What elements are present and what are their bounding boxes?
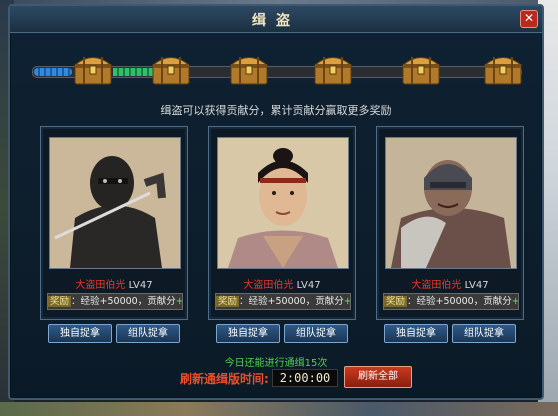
reward-label: 奖励 bbox=[48, 296, 72, 307]
bandit-name-line: 大盗田伯光 LV47 bbox=[41, 276, 187, 291]
reward-label: 奖励 bbox=[216, 296, 240, 307]
treasure-chest-icon[interactable] bbox=[312, 52, 354, 86]
bounty-card: 大盗田伯光 LV47 奖励：经验+50000，贡献分+5 bbox=[40, 126, 188, 320]
solo-capture-button[interactable]: 独自捉拿 bbox=[48, 324, 112, 343]
solo-capture-button[interactable]: 独自捉拿 bbox=[216, 324, 280, 343]
bandit-portrait bbox=[49, 137, 181, 269]
bandit-level: LV47 bbox=[128, 280, 153, 291]
game-backdrop-bottom bbox=[0, 402, 558, 416]
reward-plus: +5 bbox=[511, 296, 519, 307]
team-capture-button[interactable]: 组队捉拿 bbox=[284, 324, 348, 343]
reward-text: ：经验+50000，贡献分 bbox=[239, 296, 344, 307]
reward-text: ：经验+50000，贡献分 bbox=[407, 296, 512, 307]
refresh-countdown: 2:00:00 bbox=[272, 369, 338, 387]
bandit-level: LV47 bbox=[296, 280, 321, 291]
bandit-portrait bbox=[217, 137, 349, 269]
treasure-chest-icon[interactable] bbox=[228, 52, 270, 86]
solo-capture-button[interactable]: 独自捉拿 bbox=[384, 324, 448, 343]
bandit-portrait bbox=[385, 137, 517, 269]
title-bar: 缉盗 ✕ bbox=[10, 6, 542, 33]
treasure-chest-icon[interactable] bbox=[482, 52, 524, 86]
window-title: 缉盗 bbox=[252, 13, 300, 29]
bounty-card: 大盗田伯光 LV47 奖励：经验+50000，贡献分+5 bbox=[376, 126, 524, 320]
bounty-card: 大盗田伯光 LV47 奖励：经验+50000，贡献分+5 bbox=[208, 126, 356, 320]
team-capture-button[interactable]: 组队捉拿 bbox=[452, 324, 516, 343]
refresh-time-label: 刷新通缉版时间: bbox=[180, 372, 269, 386]
treasure-chest-icon[interactable] bbox=[72, 52, 114, 86]
remaining-attempts-text: 今日还能进行通缉15次 bbox=[224, 358, 328, 369]
treasure-chest-icon[interactable] bbox=[150, 52, 192, 86]
reward-label: 奖励 bbox=[384, 296, 408, 307]
bandit-name: 大盗田伯光 bbox=[243, 280, 294, 291]
close-button[interactable]: ✕ bbox=[520, 10, 538, 28]
bandit-level: LV47 bbox=[464, 280, 489, 291]
reward-plus: +5 bbox=[343, 296, 351, 307]
refresh-all-button[interactable]: 刷新全部 bbox=[344, 366, 412, 388]
reward-bar: 奖励：经验+50000，贡献分+5 bbox=[215, 293, 351, 310]
reward-text: ：经验+50000，贡献分 bbox=[71, 296, 176, 307]
reward-bar: 奖励：经验+50000，贡献分+5 bbox=[47, 293, 183, 310]
hint-text: 缉盗可以获得贡献分，累计贡献分赢取更多奖励 bbox=[160, 104, 392, 117]
bounty-window: 缉盗 ✕ 缉盗可以获得贡献分，累计贡献分赢取更多奖励 大盗田伯光 LV47 奖励 bbox=[8, 4, 544, 400]
progress-fill-segment bbox=[113, 68, 153, 76]
treasure-chest-icon[interactable] bbox=[400, 52, 442, 86]
reward-bar: 奖励：经验+50000，贡献分+5 bbox=[383, 293, 519, 310]
bandit-name-line: 大盗田伯光 LV47 bbox=[377, 276, 523, 291]
team-capture-button[interactable]: 组队捉拿 bbox=[116, 324, 180, 343]
reward-plus: +5 bbox=[175, 296, 183, 307]
bandit-name: 大盗田伯光 bbox=[75, 280, 126, 291]
bandit-name: 大盗田伯光 bbox=[411, 280, 462, 291]
bandit-name-line: 大盗田伯光 LV47 bbox=[209, 276, 355, 291]
progress-fill bbox=[34, 68, 72, 76]
